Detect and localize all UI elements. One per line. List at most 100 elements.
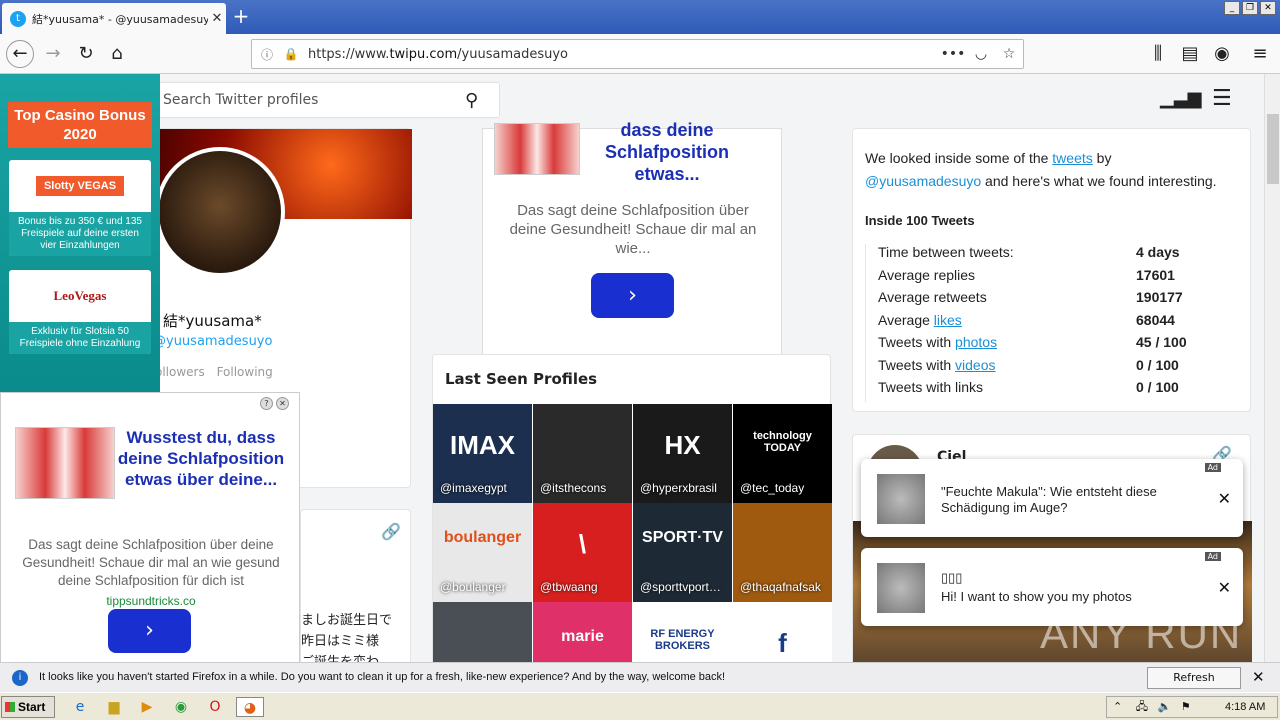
profile-handle[interactable]: @yuusamadesuyo [153,334,272,349]
profile-tile[interactable]: marie [533,602,632,662]
page-actions-icon[interactable]: ••• [939,46,967,62]
reload-button[interactable]: ↻ [74,42,98,66]
profile-tile[interactable]: IMAX @imaxegypt [433,404,532,503]
chrome-icon[interactable]: ◉ [171,697,191,717]
profile-tile[interactable]: HX @hyperxbrasil [633,404,732,503]
notification-image [877,474,925,524]
network-icon[interactable]: 🖧 [1136,700,1148,713]
page-scrollbar[interactable] [1264,74,1280,662]
tile-logo: f [778,628,787,658]
ad-headline[interactable]: dass deine Schlafposition etwas... [591,119,743,185]
bookmark-star-icon[interactable]: ☆ [995,46,1023,62]
sidebar-icon[interactable]: ▤ [1178,42,1202,66]
opera-icon[interactable]: O [205,697,225,717]
search-icon[interactable]: ⚲ [465,90,499,111]
casino-offer-1[interactable]: Slotty VEGAS Bonus bis zu 350 € und 135 … [9,160,151,256]
notification-message: It looks like you haven't started Firefo… [39,671,726,683]
avatar[interactable] [155,147,285,277]
stat-value: 0 / 100 [1136,356,1179,373]
profile-tile[interactable]: @itsthecons [533,404,632,503]
casino-offer-2[interactable]: LeoVegas Exklusiv für Slotsia 50 Freispi… [9,270,151,354]
link-icon[interactable]: 🔗 [381,522,401,541]
ad-domain[interactable]: tippsundtricks.co [1,594,301,608]
stats-list: Time between tweets: 4 days Average replie… [865,244,1235,402]
ad-info-icon[interactable]: ? [260,397,273,410]
folder-icon[interactable]: ▆ [104,697,124,717]
firefox-taskbar-icon[interactable]: ◕ [236,697,264,717]
tweets-link[interactable]: tweets [1052,150,1092,166]
tile-logo: \ [578,529,587,559]
stat-link[interactable]: videos [955,357,995,373]
volume-icon[interactable]: 🔈 [1157,700,1171,713]
ad-close-icon[interactable]: ✕ [276,397,289,410]
url-bar[interactable]: ⓘ 🔒 https://www.twipu.com/yuusamadesuyo … [251,39,1024,69]
close-icon[interactable]: ✕ [1218,489,1231,508]
close-window-button[interactable]: ✕ [1260,1,1276,15]
profile-tile[interactable]: technology TODAY @tec_today [733,404,832,503]
ad-next-button[interactable]: › [591,273,674,318]
notification-text[interactable]: Hi! I want to show you my photos [941,589,1201,605]
media-player-icon[interactable]: ▶ [137,697,157,717]
start-button[interactable]: Start [1,696,55,718]
search-input[interactable]: Search Twitter profiles [163,92,465,108]
push-notification-1[interactable]: Ad "Feuchte Makula": Wie entsteht diese … [861,459,1243,537]
stats-icon[interactable]: ▁▃▆ [1160,88,1202,109]
tile-handle: @imaxegypt [440,481,507,495]
profile-tile[interactable]: \ @tbwaang [533,503,632,602]
notification-text[interactable]: "Feuchte Makula": Wie entsteht diese Sch… [941,484,1201,516]
ad-body: Das sagt deine Schlafposition über deine… [22,537,280,588]
close-tab-icon[interactable]: ✕ [208,11,226,26]
new-tab-button[interactable]: + [230,6,252,28]
maximize-button[interactable]: ❐ [1242,1,1258,15]
followers-label: ollowers [155,365,205,379]
popup-ad[interactable]: ? ✕ Wusstest du, dass deine Schlafpositio… [0,392,300,672]
close-icon[interactable]: ✕ [1252,668,1265,686]
refresh-firefox-button[interactable]: Refresh Firefox… [1147,667,1241,704]
leovegas-logo: LeoVegas [53,288,107,303]
profile-tile[interactable]: @thaqafnafsak [733,503,832,602]
minimize-button[interactable]: _ [1224,1,1240,15]
stat-link[interactable]: photos [955,334,997,350]
casino-ad-title[interactable]: Top Casino Bonus 2020 [8,102,152,148]
ad-image [15,427,115,499]
handle-link[interactable]: @yuusamadesuyo [865,173,981,189]
ie-icon[interactable]: e [70,697,90,717]
tile-handle: @thaqafnafsak [740,580,821,594]
ad-headline[interactable]: Wusstest du, dass deine Schlafposition e… [117,427,285,490]
browser-tab[interactable]: t 結*yuusama* - @yuusamadesuyo ✕ [2,3,226,34]
info-icon[interactable]: ⓘ [258,46,276,63]
home-button[interactable]: ⌂ [105,42,129,66]
library-icon[interactable]: ⫼ [1146,42,1170,66]
flag-icon[interactable]: ⚑ [1181,700,1191,713]
insights-intro: We looked inside some of the tweets by @y… [865,150,1217,189]
profile-tile[interactable]: f [733,602,832,662]
profile-tile[interactable]: RF ENERGY BROKERS [633,602,732,662]
firefox-notification-bar: i It looks like you haven't started Fire… [0,662,1280,704]
profile-tile[interactable]: SPORT·TV @sporttvport… [633,503,732,602]
ad-next-button[interactable]: › [108,609,191,653]
tile-handle: @itsthecons [540,481,607,495]
tile-logo: RF ENERGY BROKERS [650,628,715,652]
pocket-icon[interactable]: ◡ [967,46,995,62]
back-button[interactable]: ← [6,40,34,68]
menu-icon[interactable]: ≡ [1248,42,1272,66]
insights-subtitle: Inside 100 Tweets [865,213,975,228]
scrollbar-thumb[interactable] [1267,114,1279,184]
stat-value: 0 / 100 [1136,379,1179,395]
info-icon: i [12,670,28,686]
search-box[interactable]: Search Twitter profiles ⚲ [150,82,500,118]
profile-tile[interactable]: boulanger @boulanger [433,503,532,602]
ad-image [494,123,580,175]
profile-tile[interactable] [433,602,532,662]
close-icon[interactable]: ✕ [1218,578,1231,597]
casino-ad[interactable]: Top Casino Bonus 2020 Slotty VEGAS Bonus… [0,74,160,404]
stat-link[interactable]: likes [934,312,962,328]
stat-row: Average replies 17601 [878,267,1235,290]
account-icon[interactable]: ◉ [1210,42,1234,66]
hamburger-menu-icon[interactable]: ☰ [1212,86,1232,111]
stat-label: Time between tweets: [878,244,1014,260]
tray-arrow-icon[interactable]: ⌃ [1113,700,1122,713]
tab-title: 結*yuusama* - @yuusamadesuyo [32,12,208,26]
forward-button[interactable]: → [41,42,65,66]
twitter-favicon-icon: t [10,10,26,27]
